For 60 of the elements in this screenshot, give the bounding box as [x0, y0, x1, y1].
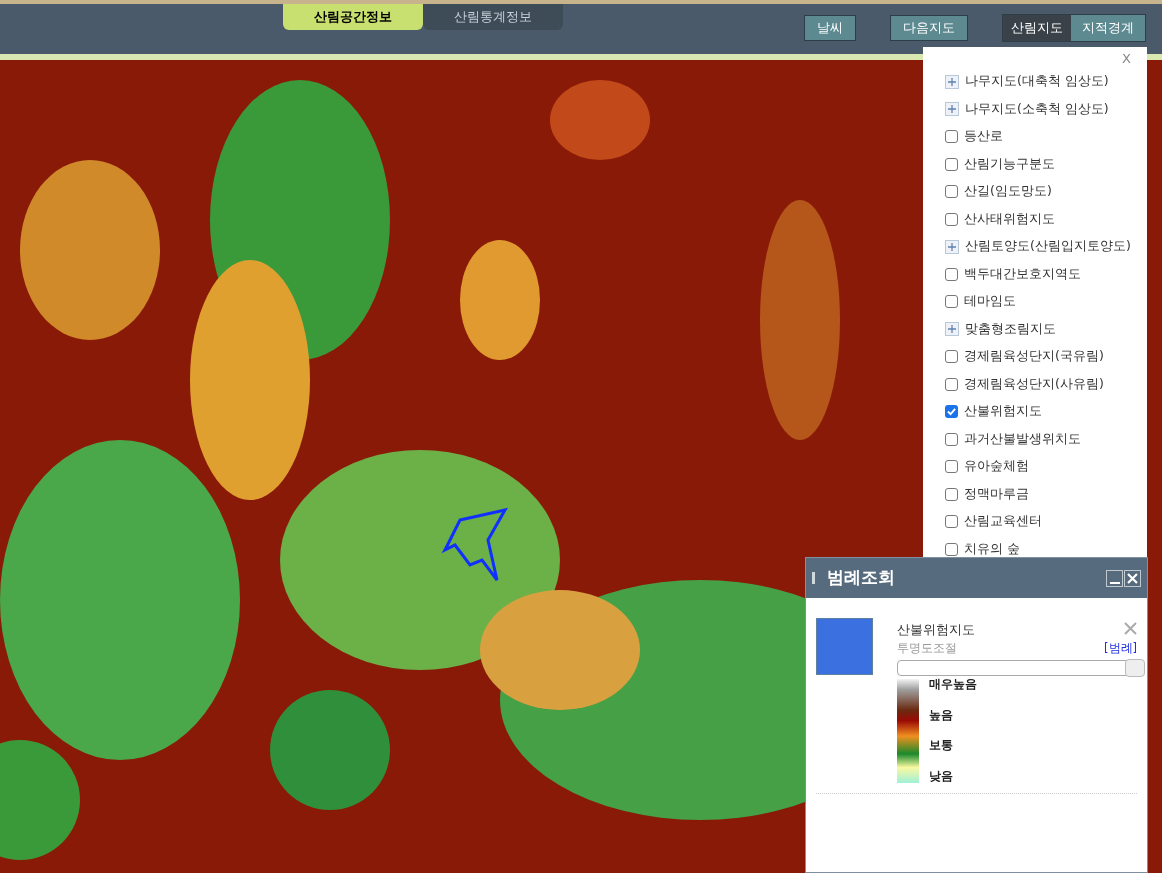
layer-label[interactable]: 산림기능구분도 [964, 154, 1055, 174]
legend-class-label: 높음 [929, 709, 954, 722]
legend-class-label: 낮음 [929, 771, 954, 783]
checkbox[interactable] [945, 185, 958, 199]
layer-label[interactable]: 나무지도(대축척 임상도) [965, 72, 1109, 92]
checkbox[interactable] [945, 377, 958, 391]
nav-tab[interactable]: 산림통계정보 [423, 4, 563, 30]
expand-icon[interactable] [945, 102, 959, 117]
close-icon [1127, 572, 1138, 584]
layer-label[interactable]: 산림교육센터 [964, 512, 1042, 532]
expand-icon[interactable] [945, 239, 959, 254]
layer-label[interactable]: 과거산불발생위치도 [964, 429, 1081, 449]
legend-class-label: 보통 [929, 740, 954, 752]
map-type-tab[interactable]: 산림지도 [1003, 15, 1071, 41]
layer-label[interactable]: 나무지도(소축척 임상도) [965, 99, 1109, 119]
checkbox[interactable] [945, 130, 958, 144]
layer-label[interactable]: 산길(임도망도) [964, 182, 1052, 202]
layer-name: 산불위험지도 [897, 621, 975, 639]
opacity-label: 투명도조절 [897, 639, 957, 657]
legend-link[interactable]: [범례] [1104, 639, 1137, 657]
checkbox[interactable] [945, 295, 958, 309]
legend-class-label: 매우높음 [929, 678, 977, 691]
checkbox[interactable] [945, 432, 958, 446]
map-button[interactable]: 다음지도 [890, 15, 968, 41]
checkbox[interactable] [945, 515, 958, 529]
layer-label[interactable]: 정맥마루금 [964, 484, 1029, 504]
layer-label[interactable]: 경제림육성단지(국유림) [964, 347, 1104, 367]
layer-label[interactable]: 산림토양도(산림입지토양도) [965, 237, 1131, 257]
layer-label[interactable]: 백두대간보호지역도 [964, 264, 1081, 284]
layer-label[interactable]: 유아숲체험 [964, 457, 1029, 477]
map-type-tab[interactable]: 지적경계 [1071, 15, 1145, 41]
opacity-slider[interactable] [897, 658, 1145, 677]
layer-label[interactable]: 산사태위험지도 [964, 209, 1055, 229]
grip-icon [812, 572, 815, 584]
slider-handle[interactable] [1125, 658, 1145, 677]
layer-label[interactable]: 산불위험지도 [964, 402, 1042, 422]
minimize-button[interactable] [1106, 569, 1123, 587]
layer-label[interactable]: 등산로 [964, 127, 1003, 147]
checkbox[interactable] [945, 460, 958, 474]
expand-icon[interactable] [945, 74, 959, 89]
checkmark-icon [947, 407, 956, 417]
map-thumbnail [816, 618, 873, 675]
map-button[interactable]: 날씨 [804, 15, 856, 41]
window-title: 범례조회 [827, 566, 895, 590]
layer-label[interactable]: 맞춤형조림지도 [965, 319, 1056, 339]
layer-label[interactable]: 경제림육성단지(사유림) [964, 374, 1104, 394]
checkbox[interactable] [945, 487, 958, 501]
checkbox[interactable] [945, 212, 958, 226]
checkbox[interactable] [945, 350, 958, 364]
remove-icon[interactable] [1124, 622, 1137, 636]
close-button[interactable] [1124, 569, 1141, 587]
layer-label[interactable]: 테마임도 [964, 292, 1016, 312]
checkbox[interactable] [945, 267, 958, 281]
checkbox[interactable] [945, 405, 958, 419]
expand-icon[interactable] [945, 322, 959, 337]
checkbox[interactable] [945, 157, 958, 171]
nav-tab[interactable]: 산림공간정보 [283, 4, 423, 30]
checkbox[interactable] [945, 542, 958, 556]
close-button[interactable]: X [1122, 52, 1131, 65]
layer-label[interactable]: 치유의 숲 [964, 539, 1020, 559]
